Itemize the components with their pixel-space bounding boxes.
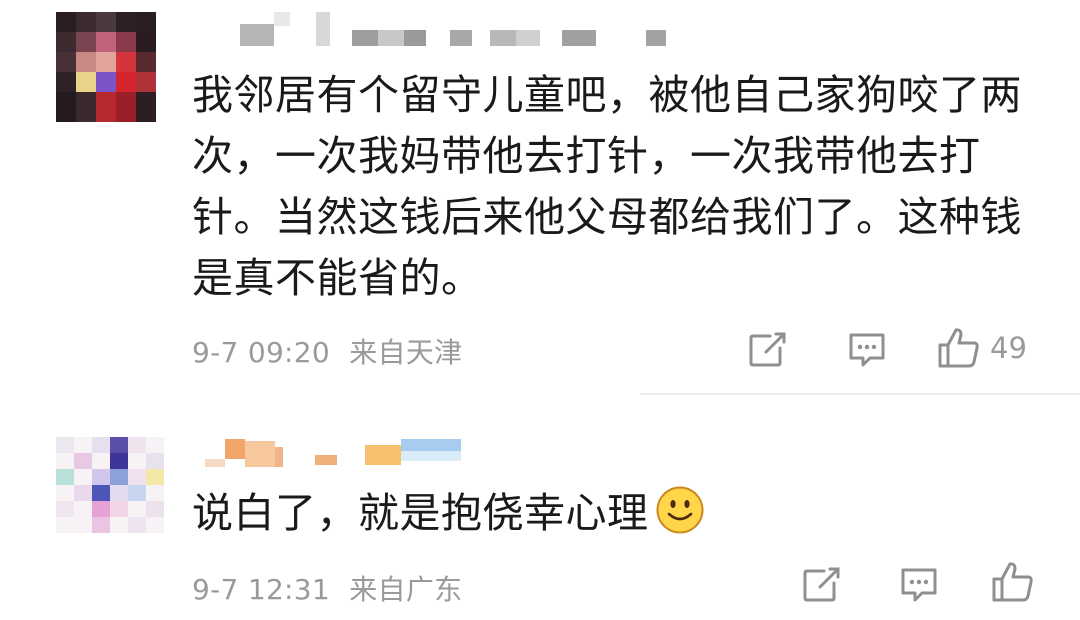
share-button[interactable] <box>800 563 842 605</box>
comment-item: 我邻居有个留守儿童吧，被他自己家狗咬了两 次，一次我妈带他去打针，一次我带他去打… <box>0 0 1080 395</box>
share-button[interactable] <box>746 328 788 370</box>
username-redacted[interactable] <box>240 12 670 52</box>
username-redacted[interactable] <box>205 433 475 473</box>
comment-item: 说白了，就是抱侥幸心理 9-7 12:31 来自广东 <box>0 395 1080 620</box>
like-button[interactable] <box>990 559 1036 605</box>
reply-button[interactable] <box>846 330 888 370</box>
like-button[interactable]: 49 <box>936 325 1027 371</box>
share-icon <box>800 563 842 605</box>
avatar[interactable] <box>56 12 156 122</box>
comment-location: 来自天津 <box>349 336 463 369</box>
comment-text-line: 针。当然这钱后来他父母都给我们了。这种钱 <box>192 193 1022 241</box>
like-count: 49 <box>990 331 1027 365</box>
comment-meta: 9-7 12:31 来自广东 <box>192 568 462 608</box>
comment-meta: 9-7 09:20 来自天津 <box>192 331 462 371</box>
thumbs-up-icon <box>990 559 1036 605</box>
comment-text-line: 是真不能省的。 <box>192 254 483 302</box>
share-icon <box>746 328 788 370</box>
comment-text-line: 我邻居有个留守儿童吧，被他自己家狗咬了两 <box>192 71 1022 119</box>
reply-button[interactable] <box>898 565 940 605</box>
comment-text-line: 说白了，就是抱侥幸心理 <box>192 489 649 537</box>
avatar[interactable] <box>56 437 164 533</box>
comment-timestamp: 9-7 12:31 <box>192 573 331 606</box>
smiley-emoji <box>655 485 705 535</box>
comment-location: 来自广东 <box>349 573 463 606</box>
comment-text-line: 次，一次我妈带他去打针，一次我带他去打 <box>192 132 981 180</box>
comment-text: 我邻居有个留守儿童吧，被他自己家狗咬了两 次，一次我妈带他去打针，一次我带他去打… <box>192 65 1022 309</box>
comment-text: 说白了，就是抱侥幸心理 <box>192 483 705 544</box>
comment-timestamp: 9-7 09:20 <box>192 336 331 369</box>
comment-icon <box>846 330 888 370</box>
comment-icon <box>898 565 940 605</box>
thumbs-up-icon <box>936 325 982 371</box>
